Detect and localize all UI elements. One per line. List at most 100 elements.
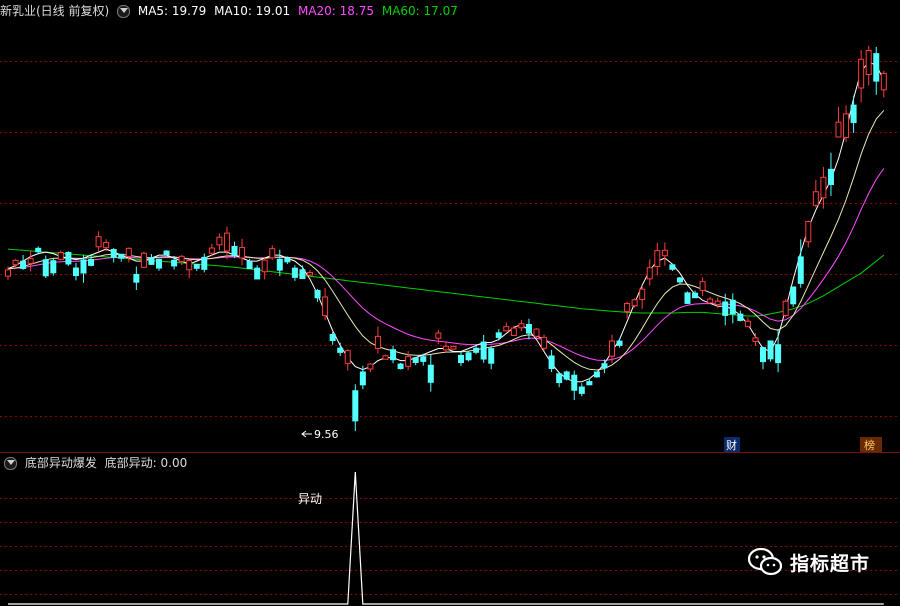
candle-body [488,348,495,364]
candle [374,326,381,354]
candle-body [601,363,608,369]
candle [427,354,434,392]
candle-body [186,260,193,271]
candle [80,254,87,283]
candle-body [148,257,155,265]
candle-body [850,104,857,124]
candle [624,301,631,319]
candle-body [156,258,162,269]
candle [782,299,789,318]
candle [435,329,442,345]
candle-body [865,49,872,76]
candle-body [820,176,827,199]
candle-body [699,281,706,291]
candle-body [50,260,57,274]
candle-body [518,323,525,329]
chevron-down-icon[interactable] [117,5,131,18]
candle [291,265,298,281]
marker-bang[interactable]: 榜 [860,437,882,452]
candle-body [42,259,49,277]
candle-body [223,232,230,252]
candle-body [767,340,774,360]
candle [669,264,676,271]
candle [193,264,200,271]
candle [510,325,517,337]
candle [314,288,321,302]
candle-body [125,247,132,257]
candle-body [533,328,540,337]
candle [231,241,238,259]
candle-body [103,241,110,249]
candle-body [737,313,744,321]
candle [707,296,714,304]
candle [412,357,419,366]
candle [661,242,668,266]
candle-body [65,251,72,265]
candle [57,250,64,261]
candle-body [722,301,729,316]
candle [201,253,208,273]
brand-watermark: 指标超市 [747,548,870,576]
indicator-value: 底部异动: 0.00 [104,456,188,470]
candle-body [797,256,804,284]
main-grid [0,61,900,417]
candle [495,329,502,341]
candle-body [646,267,653,280]
candle [110,248,117,263]
candle [518,320,525,332]
candle-body [284,257,291,263]
candle [760,346,766,370]
candle [525,318,532,340]
candle-body [427,364,434,383]
candle-body [571,374,578,391]
candle [503,322,510,332]
candle [367,362,374,373]
candle [571,370,578,401]
candle-body [367,363,374,370]
candle-body [593,371,600,378]
candle [186,259,193,279]
candle [812,179,819,208]
candle-body [163,250,170,256]
candle [752,333,759,346]
candle [307,270,313,277]
candle-body [669,264,676,270]
candle-body [110,249,117,258]
marker-bang-label: 榜 [864,438,875,452]
candle [299,265,306,280]
candle-body [140,252,147,268]
candle-body [20,260,27,269]
candle-body [450,346,457,350]
candle-body [299,269,306,280]
candle-body [556,373,563,384]
candle-body [442,345,449,351]
low-price-annotation: 9.56 [301,428,339,441]
candle [835,106,842,138]
candle-body [291,267,298,278]
candle-body [639,288,646,300]
ma5-value: MA5: 19.79 [137,4,207,18]
candle [480,335,487,363]
candle [133,266,140,290]
candle-body [782,300,789,316]
candle-body [858,58,865,89]
brand-name: 指标超市 [789,552,870,575]
candle-body [541,336,548,349]
candle-body [752,337,759,342]
chevron-down-icon[interactable] [4,457,17,470]
candle-body [827,168,834,185]
candle [458,352,464,366]
candle-body [760,347,766,363]
candle-body [201,256,208,270]
marker-cai[interactable]: 财 [724,437,740,452]
candle-body [27,258,34,264]
candle-body [397,363,404,370]
candle-body [337,347,344,353]
candle-body [231,245,238,256]
candle [65,251,72,266]
candle-body [95,236,102,248]
candle [118,253,125,262]
candle-body [57,252,64,260]
candle [322,288,329,321]
candle [148,254,155,265]
